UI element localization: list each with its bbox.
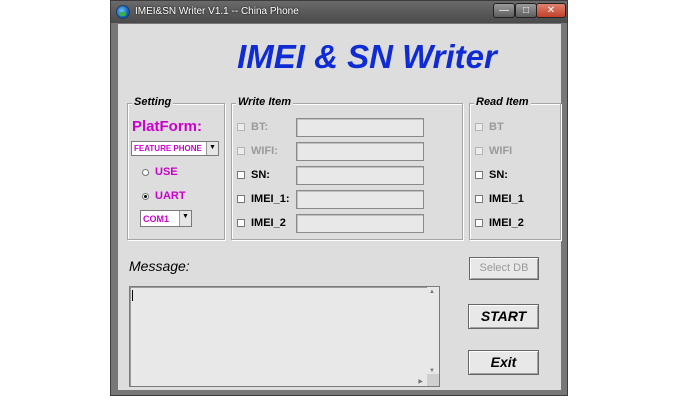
chevron-down-icon[interactable]: ▼ — [179, 211, 191, 226]
write-sn-field[interactable] — [296, 166, 424, 185]
read-wifi-checkbox — [475, 147, 483, 155]
write-item-group: Write Item BT: WIFI: SN: IMEI_1: IMEI_2 — [231, 96, 463, 240]
read-row-imei1: IMEI_1 — [470, 190, 560, 208]
read-row-wifi: WIFI — [470, 142, 560, 160]
write-imei2-checkbox[interactable] — [237, 219, 245, 227]
write-sn-checkbox[interactable] — [237, 171, 245, 179]
read-bt-checkbox — [475, 123, 483, 131]
platform-label: PlatForm: — [132, 118, 203, 135]
title-bar[interactable]: IMEI&SN Writer V1.1 -- China Phone — □ ✕ — [111, 1, 567, 23]
read-imei1-label: IMEI_1 — [489, 193, 524, 205]
read-bt-label: BT — [489, 121, 504, 133]
start-button[interactable]: START — [468, 304, 539, 329]
message-textarea[interactable]: ▲ ▼ ▶ — [129, 286, 440, 387]
app-icon — [116, 5, 130, 19]
read-row-imei2: IMEI_2 — [470, 214, 560, 232]
write-row-bt: BT: — [232, 118, 462, 137]
read-imei2-label: IMEI_2 — [489, 217, 524, 229]
setting-group-title: Setting — [132, 96, 174, 108]
read-imei2-checkbox[interactable] — [475, 219, 483, 227]
radio-uart[interactable]: UART — [142, 190, 186, 202]
minimize-button[interactable]: — — [493, 3, 515, 18]
window-title: IMEI&SN Writer V1.1 -- China Phone — [135, 6, 299, 17]
write-imei1-checkbox[interactable] — [237, 195, 245, 203]
radio-use-label: USE — [155, 166, 178, 178]
scroll-up-icon[interactable]: ▲ — [429, 289, 435, 295]
vertical-scrollbar[interactable]: ▲ ▼ — [427, 287, 439, 386]
read-item-title: Read Item — [474, 96, 531, 108]
write-bt-label: BT: — [251, 121, 269, 133]
radio-use-indicator[interactable] — [142, 168, 149, 176]
write-imei2-field[interactable] — [296, 214, 424, 233]
read-wifi-label: WIFI — [489, 145, 513, 157]
chevron-down-icon[interactable]: ▼ — [206, 142, 218, 155]
radio-uart-label: UART — [155, 190, 186, 202]
write-row-wifi: WIFI: — [232, 142, 462, 161]
app-heading: IMEI & SN Writer — [237, 38, 497, 75]
write-bt-checkbox — [237, 123, 245, 131]
app-window: IMEI&SN Writer V1.1 -- China Phone — □ ✕… — [110, 0, 568, 396]
maximize-button[interactable]: □ — [515, 3, 537, 18]
read-sn-checkbox[interactable] — [475, 171, 483, 179]
write-bt-field[interactable] — [296, 118, 424, 137]
read-imei1-checkbox[interactable] — [475, 195, 483, 203]
message-label: Message: — [129, 258, 190, 274]
write-imei2-label: IMEI_2 — [251, 217, 286, 229]
platform-select[interactable]: FEATURE PHONE ▼ — [131, 141, 219, 156]
close-button[interactable]: ✕ — [536, 3, 566, 18]
read-row-bt: BT — [470, 118, 560, 136]
scrollbar-corner — [427, 374, 439, 386]
write-row-sn: SN: — [232, 166, 462, 185]
client-area: IMEI & SN Writer Setting PlatForm: FEATU… — [118, 24, 561, 390]
radio-use[interactable]: USE — [142, 166, 178, 178]
scroll-right-icon[interactable]: ▶ — [418, 378, 423, 385]
write-imei1-label: IMEI_1: — [251, 193, 290, 205]
select-db-button[interactable]: Select DB — [469, 257, 539, 280]
write-row-imei2: IMEI_2 — [232, 214, 462, 233]
text-caret — [132, 290, 133, 301]
write-wifi-checkbox — [237, 147, 245, 155]
platform-select-value: FEATURE PHONE — [134, 144, 202, 153]
write-item-title: Write Item — [236, 96, 293, 108]
exit-button[interactable]: Exit — [468, 350, 539, 375]
write-imei1-field[interactable] — [296, 190, 424, 209]
com-port-value: COM1 — [143, 214, 170, 224]
read-row-sn: SN: — [470, 166, 560, 184]
write-wifi-label: WIFI: — [251, 145, 278, 157]
read-sn-label: SN: — [489, 169, 508, 181]
read-item-group: Read Item BT WIFI SN: IMEI_1 IMEI_2 — [469, 96, 561, 240]
write-wifi-field[interactable] — [296, 142, 424, 161]
write-row-imei1: IMEI_1: — [232, 190, 462, 209]
com-port-select[interactable]: COM1 ▼ — [140, 210, 192, 227]
write-sn-label: SN: — [251, 169, 270, 181]
radio-uart-indicator[interactable] — [142, 192, 149, 200]
